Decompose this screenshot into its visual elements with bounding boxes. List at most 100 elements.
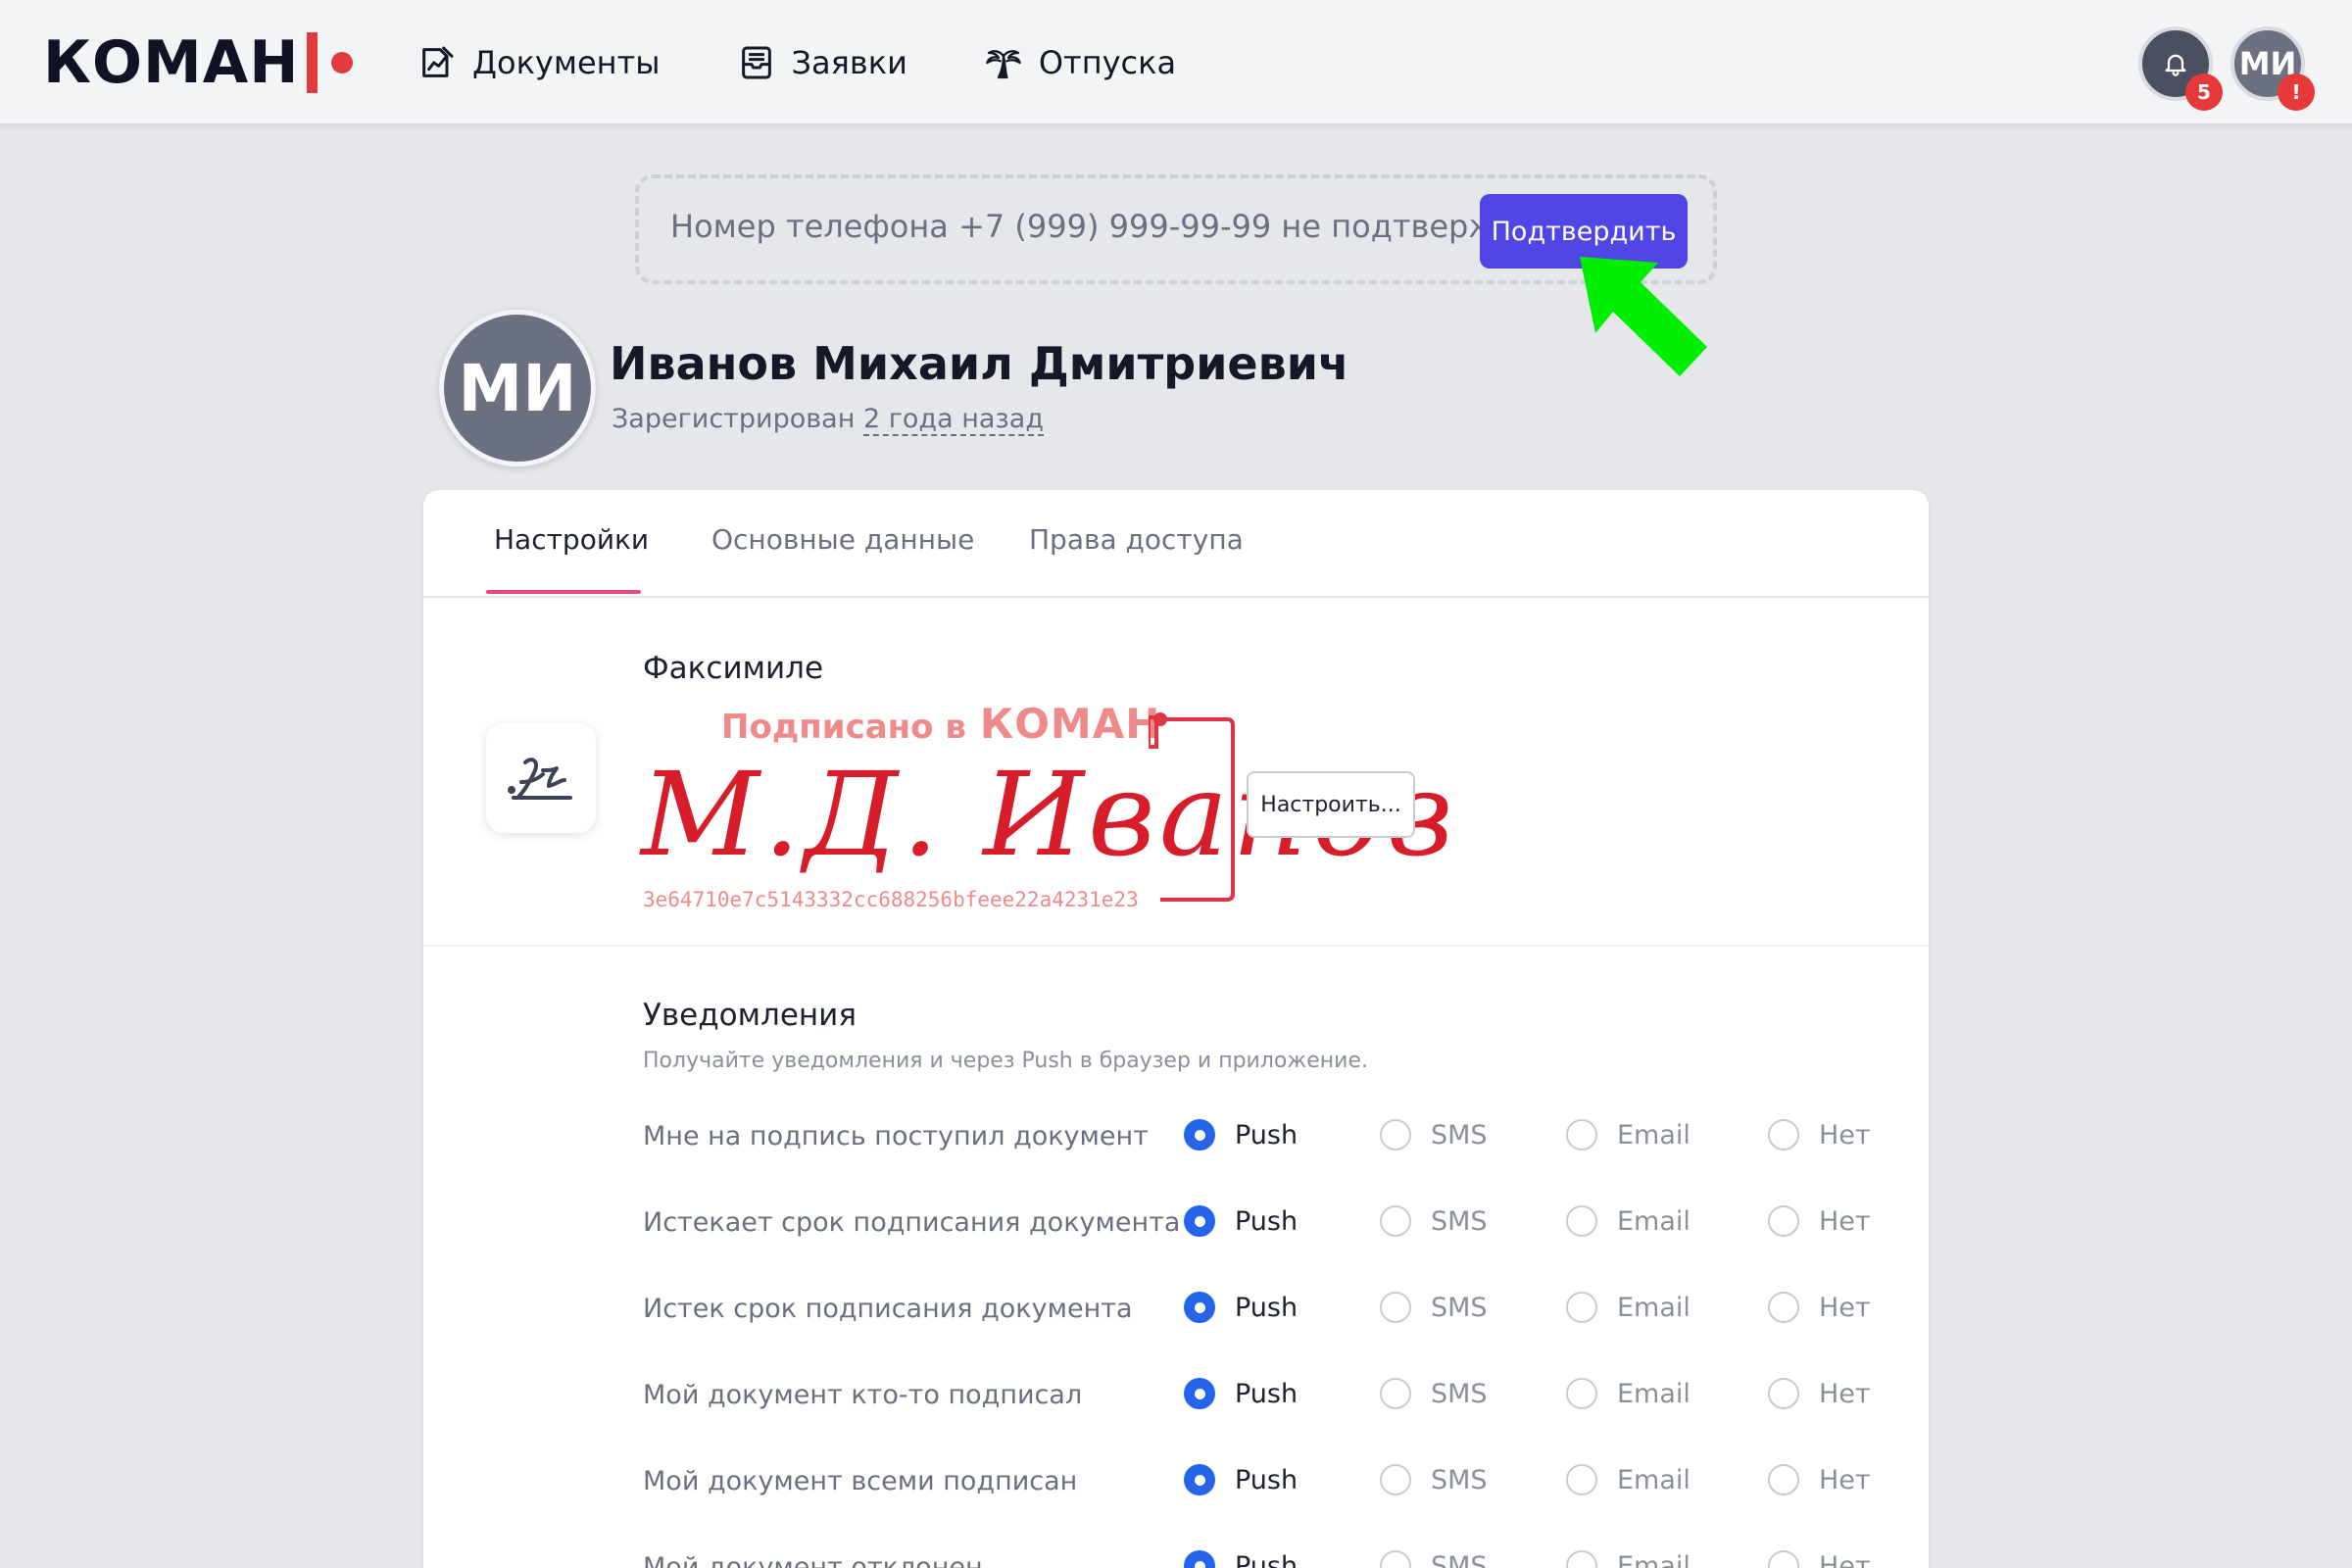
notification-option-label: SMS xyxy=(1431,1550,1488,1568)
radio-unchecked[interactable] xyxy=(1566,1205,1597,1237)
radio-unchecked[interactable] xyxy=(1380,1550,1411,1568)
facsimile-setup-button[interactable]: Настроить... xyxy=(1247,771,1415,838)
notification-option-sms[interactable]: SMS xyxy=(1380,1119,1488,1151)
radio-unchecked[interactable] xyxy=(1380,1205,1411,1237)
signature-hash: 3e64710e7c5143332cc688256bfeee22a4231e23 xyxy=(643,888,1139,911)
notification-option-push[interactable]: Push xyxy=(1184,1119,1298,1151)
notification-row: Мне на подпись поступил документ Push SMS E… xyxy=(643,1113,1878,1162)
notification-option-label: Push xyxy=(1235,1550,1298,1568)
notification-option-push[interactable]: Push xyxy=(1184,1205,1298,1237)
nav-vacations[interactable]: Отпуска xyxy=(984,43,1176,82)
notification-option-none[interactable]: Нет xyxy=(1768,1292,1871,1323)
radio-unchecked[interactable] xyxy=(1380,1378,1411,1409)
notification-option-email[interactable]: Email xyxy=(1566,1119,1690,1151)
profile-avatar-initials: МИ xyxy=(458,350,577,426)
radio-checked[interactable] xyxy=(1184,1550,1215,1568)
tab-access-rights[interactable]: Права доступа xyxy=(1029,523,1244,556)
notification-option-email[interactable]: Email xyxy=(1566,1205,1690,1237)
notification-row: Истек срок подписания документа Push SMS Em… xyxy=(643,1286,1878,1335)
notification-option-sms[interactable]: SMS xyxy=(1380,1378,1488,1409)
nav-documents-label: Документы xyxy=(472,44,661,81)
radio-unchecked[interactable] xyxy=(1566,1378,1597,1409)
notification-option-sms[interactable]: SMS xyxy=(1380,1464,1488,1495)
nav-documents[interactable]: Документы xyxy=(417,43,661,82)
notification-option-none[interactable]: Нет xyxy=(1768,1464,1871,1495)
radio-unchecked[interactable] xyxy=(1566,1464,1597,1495)
radio-unchecked[interactable] xyxy=(1566,1550,1597,1568)
radio-unchecked[interactable] xyxy=(1380,1464,1411,1495)
notification-option-none[interactable]: Нет xyxy=(1768,1550,1871,1568)
radio-unchecked[interactable] xyxy=(1768,1119,1799,1151)
notification-option-label: Нет xyxy=(1819,1292,1871,1323)
notification-option-label: Email xyxy=(1617,1550,1690,1568)
notification-option-sms[interactable]: SMS xyxy=(1380,1550,1488,1568)
radio-unchecked[interactable] xyxy=(1768,1378,1799,1409)
notification-option-push[interactable]: Push xyxy=(1184,1292,1298,1323)
notification-option-sms[interactable]: SMS xyxy=(1380,1205,1488,1237)
notifications-button[interactable]: 5 xyxy=(2138,26,2223,111)
notification-row: Мой документ отклонен Push SMS Email Нет xyxy=(643,1544,1878,1568)
radio-checked[interactable] xyxy=(1184,1292,1215,1323)
bell-icon xyxy=(2165,54,2186,76)
profile-avatar[interactable]: МИ xyxy=(439,310,596,466)
notification-option-label: SMS xyxy=(1431,1464,1488,1495)
notification-option-label: SMS xyxy=(1431,1378,1488,1409)
radio-unchecked[interactable] xyxy=(1380,1292,1411,1323)
notification-option-label: Email xyxy=(1617,1464,1690,1495)
radio-unchecked[interactable] xyxy=(1566,1292,1597,1323)
tab-settings[interactable]: Настройки xyxy=(494,523,649,556)
notification-option-label: Нет xyxy=(1819,1550,1871,1568)
notification-option-label: Push xyxy=(1235,1464,1298,1495)
notification-option-label: SMS xyxy=(1431,1292,1488,1323)
tab-basic-data[interactable]: Основные данные xyxy=(711,523,974,556)
radio-checked[interactable] xyxy=(1184,1464,1215,1495)
notification-option-email[interactable]: Email xyxy=(1566,1550,1690,1568)
notifications-description: Получайте уведомления и через Push в бра… xyxy=(643,1049,1368,1073)
signature-bracket-mark xyxy=(1149,712,1235,902)
radio-unchecked[interactable] xyxy=(1768,1550,1799,1568)
nav-requests[interactable]: Заявки xyxy=(737,43,907,82)
settings-card: Настройки Основные данные Права доступа … xyxy=(423,490,1929,1568)
notification-option-email[interactable]: Email xyxy=(1566,1292,1690,1323)
notification-option-none[interactable]: Нет xyxy=(1768,1378,1871,1409)
notification-row-label: Мой документ отклонен xyxy=(643,1552,983,1568)
active-tab-indicator xyxy=(486,590,641,594)
radio-checked[interactable] xyxy=(1184,1119,1215,1151)
logo-text: КОМАН xyxy=(43,28,300,97)
notification-option-none[interactable]: Нет xyxy=(1768,1205,1871,1237)
radio-unchecked[interactable] xyxy=(1566,1119,1597,1151)
notification-option-email[interactable]: Email xyxy=(1566,1378,1690,1409)
notification-option-label: Push xyxy=(1235,1378,1298,1409)
radio-unchecked[interactable] xyxy=(1768,1292,1799,1323)
notification-row: Мой документ всеми подписан Push SMS Email Н… xyxy=(643,1458,1878,1507)
phone-verification-banner: Номер телефона +7 (999) 999-99-99 не под… xyxy=(635,174,1717,284)
radio-unchecked[interactable] xyxy=(1768,1464,1799,1495)
notification-row: Мой документ кто-то подписал Push SMS Email… xyxy=(643,1372,1878,1421)
notification-option-sms[interactable]: SMS xyxy=(1380,1292,1488,1323)
signed-in-prefix: Подписано в xyxy=(721,708,966,747)
notification-option-none[interactable]: Нет xyxy=(1768,1119,1871,1151)
notification-option-push[interactable]: Push xyxy=(1184,1378,1298,1409)
notification-option-label: Нет xyxy=(1819,1119,1871,1151)
profile-name: Иванов Михаил Дмитриевич xyxy=(610,337,1349,390)
notification-row: Истекает срок подписания документа Push SM… xyxy=(643,1200,1878,1249)
notification-option-push[interactable]: Push xyxy=(1184,1550,1298,1568)
radio-unchecked[interactable] xyxy=(1768,1205,1799,1237)
notification-row-label: Мой документ кто-то подписал xyxy=(643,1380,1083,1410)
facsimile-title: Факсимиле xyxy=(643,651,824,686)
registered-prefix: Зарегистрирован xyxy=(612,404,856,434)
nav-vacations-label: Отпуска xyxy=(1038,44,1177,81)
radio-checked[interactable] xyxy=(1184,1378,1215,1409)
notification-row-label: Истекает срок подписания документа xyxy=(643,1207,1181,1238)
radio-unchecked[interactable] xyxy=(1380,1119,1411,1151)
notification-option-email[interactable]: Email xyxy=(1566,1464,1690,1495)
notification-option-push[interactable]: Push xyxy=(1184,1464,1298,1495)
registered-ago: 2 года назад xyxy=(862,404,1044,436)
notification-option-label: SMS xyxy=(1431,1119,1488,1151)
user-avatar-button[interactable]: МИ ! xyxy=(2230,26,2315,111)
notification-option-label: Email xyxy=(1617,1205,1690,1237)
radio-checked[interactable] xyxy=(1184,1205,1215,1237)
notification-row-label: Мне на подпись поступил документ xyxy=(643,1121,1149,1152)
document-chart-icon xyxy=(422,46,454,77)
logo[interactable]: КОМАН xyxy=(43,27,354,98)
